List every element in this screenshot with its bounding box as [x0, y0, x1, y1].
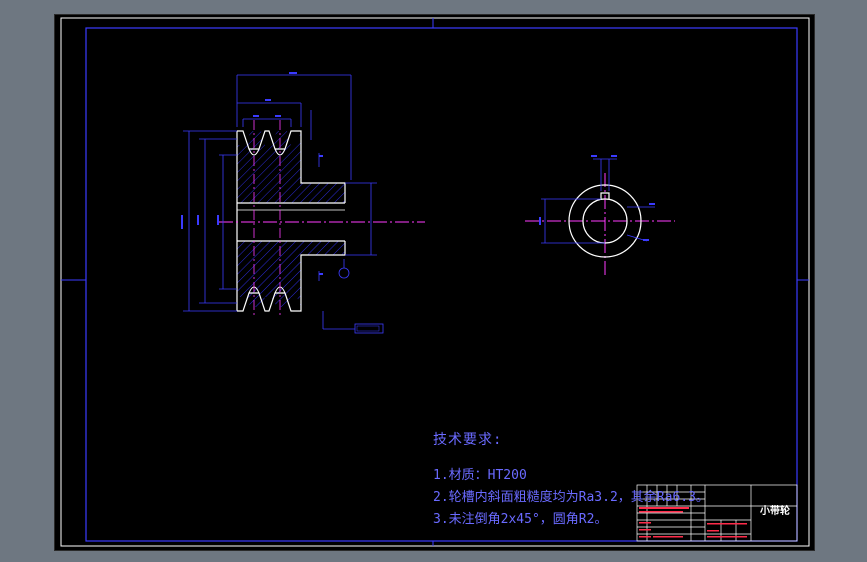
pulley-side-view [525, 155, 675, 277]
pulley-section-view [181, 72, 425, 334]
tech-req-item: 3.未注倒角2x45°，圆角R2。 [433, 512, 608, 527]
tech-req-title: 技术要求: [433, 432, 503, 448]
side-dimensions [541, 158, 655, 244]
technical-requirements: 技术要求: 1.材质：HT200 2.轮槽内斜面粗糙度均为Ra3.2，其余Ra6… [433, 429, 709, 531]
tech-req-item: 2.轮槽内斜面粗糙度均为Ra3.2，其余Ra6.3。 [433, 490, 709, 505]
title-block-part-name: 小带轮 [760, 506, 790, 517]
tech-req-item: 1.材质：HT200 [433, 468, 527, 483]
cad-viewport[interactable]: 技术要求: 1.材质：HT200 2.轮槽内斜面粗糙度均为Ra3.2，其余Ra6… [54, 14, 815, 551]
hatch-lower [237, 241, 345, 307]
